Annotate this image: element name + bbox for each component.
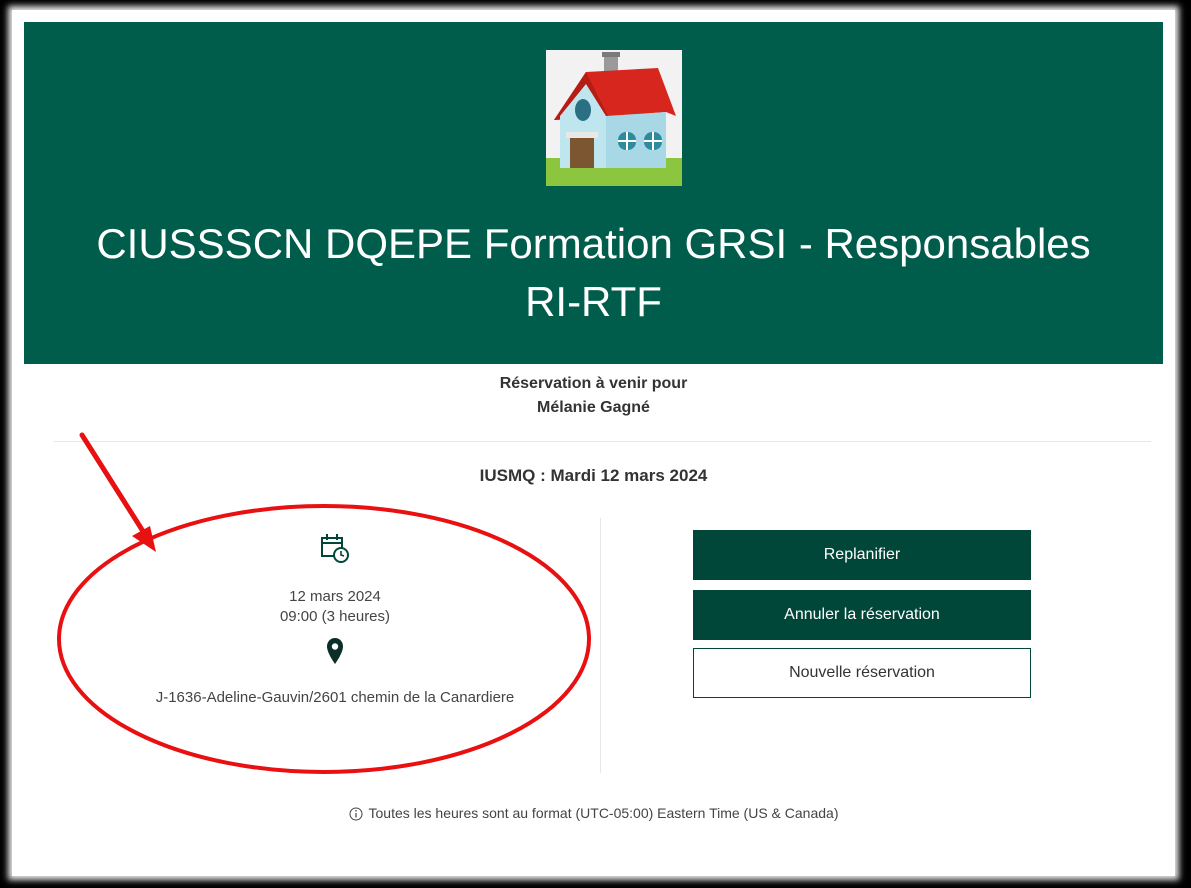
upcoming-booking-heading: Réservation à venir pour Mélanie Gagné xyxy=(12,372,1175,420)
timezone-note: Toutes les heures sont au format (UTC-05… xyxy=(12,805,1175,821)
service-date-title: IUSMQ : Mardi 12 mars 2024 xyxy=(479,466,708,485)
booking-location: J-1636-Adeline-Gauvin/2601 chemin de la … xyxy=(155,689,515,706)
booking-date: 12 mars 2024 xyxy=(289,588,381,605)
booking-time: 09:00 (3 heures) xyxy=(279,608,391,625)
column-divider xyxy=(600,518,601,773)
booking-details: 12 mars 2024 09:00 (3 heures) J-1636-Ade… xyxy=(100,532,570,706)
new-booking-button[interactable]: Nouvelle réservation xyxy=(693,648,1031,698)
page-header: CIUSSSCN DQEPE Formation GRSI - Responsa… xyxy=(24,22,1163,364)
cancel-booking-button[interactable]: Annuler la réservation xyxy=(693,590,1031,640)
page-title-line-2: RI-RTF xyxy=(525,278,662,325)
location-pin-icon xyxy=(327,638,343,664)
info-icon xyxy=(349,807,362,821)
timezone-text: Toutes les heures sont au format (UTC-05… xyxy=(368,805,839,821)
customer-name: Mélanie Gagné xyxy=(537,399,650,416)
page-title-line-1: CIUSSSCN DQEPE Formation GRSI - Responsa… xyxy=(96,220,1091,267)
reschedule-button[interactable]: Replanifier xyxy=(693,530,1031,580)
house-icon xyxy=(546,50,682,186)
page-title: CIUSSSCN DQEPE Formation GRSI - Responsa… xyxy=(24,215,1163,331)
booking-page: CIUSSSCN DQEPE Formation GRSI - Responsa… xyxy=(12,10,1175,876)
calendar-clock-icon xyxy=(321,534,349,563)
section-divider xyxy=(54,441,1151,442)
upcoming-label: Réservation à venir pour xyxy=(499,375,688,392)
